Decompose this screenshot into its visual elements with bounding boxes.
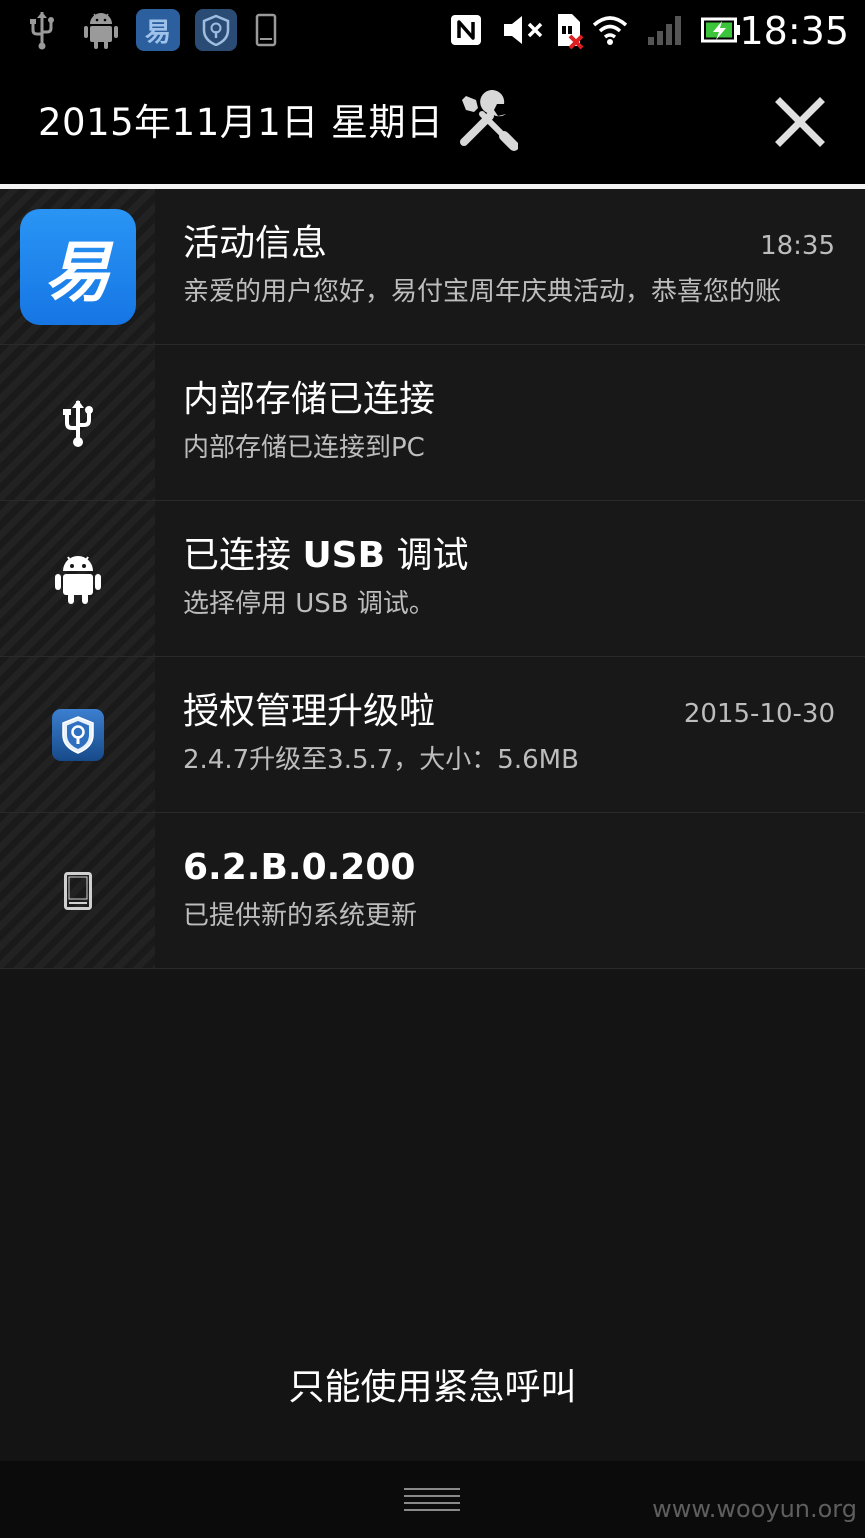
nfc-icon <box>448 8 484 52</box>
notification-text: 选择停用 USB 调试。 <box>183 589 435 619</box>
divider <box>0 968 865 969</box>
shield-app-icon <box>51 708 104 761</box>
notification-item-storage[interactable]: 内部存储已连接 内部存储已连接到PC <box>0 345 865 501</box>
tools-icon <box>460 90 518 151</box>
notification-header: 2015年11月1日 星期日 <box>0 62 865 184</box>
android-debug-icon <box>82 8 120 52</box>
notification-text: 2.4.7升级至3.5.7，大小：5.6MB <box>183 745 579 775</box>
shield-app-icon <box>195 8 237 52</box>
mute-icon <box>502 8 546 52</box>
notification-icon-cell <box>0 501 155 656</box>
clock: 18:35 <box>739 9 849 53</box>
notification-panel: 易 活动信息 18:35 亲爱的用户您好，易付宝周年庆典活动，恭喜您的账 内部存… <box>0 189 865 1461</box>
notification-text: 内部存储已连接到PC <box>183 433 425 463</box>
no-sim-icon <box>554 8 586 52</box>
notification-text: 已提供新的系统更新 <box>183 901 418 931</box>
notification-item-activity[interactable]: 易 活动信息 18:35 亲爱的用户您好，易付宝周年庆典活动，恭喜您的账 <box>0 189 865 345</box>
date-label: 2015年11月1日 星期日 <box>38 101 444 144</box>
settings-button[interactable] <box>452 86 522 156</box>
notification-title: 授权管理升级啦 <box>183 691 436 732</box>
yi-app-icon: 易 <box>19 208 136 325</box>
usb-icon <box>62 399 93 447</box>
notification-icon-cell: 易 <box>0 189 155 344</box>
notification-time: 2015-10-30 <box>683 699 835 729</box>
notification-icon-cell <box>0 657 155 812</box>
notification-icon-cell <box>0 345 155 500</box>
signal-icon <box>646 8 686 52</box>
drag-handle-icon[interactable] <box>404 1486 460 1514</box>
android-icon <box>54 555 101 604</box>
phone-update-icon <box>63 871 92 910</box>
wifi-icon <box>592 8 628 52</box>
phone-update-icon <box>254 8 278 52</box>
notification-title: 6.2.B.0.200 <box>183 847 416 888</box>
notification-item-auth-upgrade[interactable]: 授权管理升级啦 2015-10-30 2.4.7升级至3.5.7，大小：5.6M… <box>0 657 865 813</box>
notification-time: 18:35 <box>760 231 835 261</box>
notification-item-usb-debug[interactable]: 已连接 USB 调试 选择停用 USB 调试。 <box>0 501 865 657</box>
close-icon <box>775 97 825 147</box>
notification-title: 内部存储已连接 <box>183 379 436 420</box>
notification-title: 活动信息 <box>183 223 328 264</box>
battery-charging-icon <box>700 8 742 52</box>
usb-icon <box>28 8 56 52</box>
close-button[interactable] <box>764 86 836 158</box>
notification-title: 已连接 USB 调试 <box>183 535 469 576</box>
watermark: www.wooyun.org <box>652 1495 857 1523</box>
status-bar: 易 18:35 <box>0 0 865 62</box>
notification-item-system-update[interactable]: 6.2.B.0.200 已提供新的系统更新 <box>0 813 865 969</box>
notification-text: 亲爱的用户您好，易付宝周年庆典活动，恭喜您的账 <box>183 277 782 307</box>
yi-app-icon: 易 <box>136 8 180 52</box>
notification-icon-cell <box>0 813 155 968</box>
emergency-calls-only-label: 只能使用紧急呼叫 <box>288 1367 577 1408</box>
bottom-bar: www.wooyun.org <box>0 1461 865 1538</box>
